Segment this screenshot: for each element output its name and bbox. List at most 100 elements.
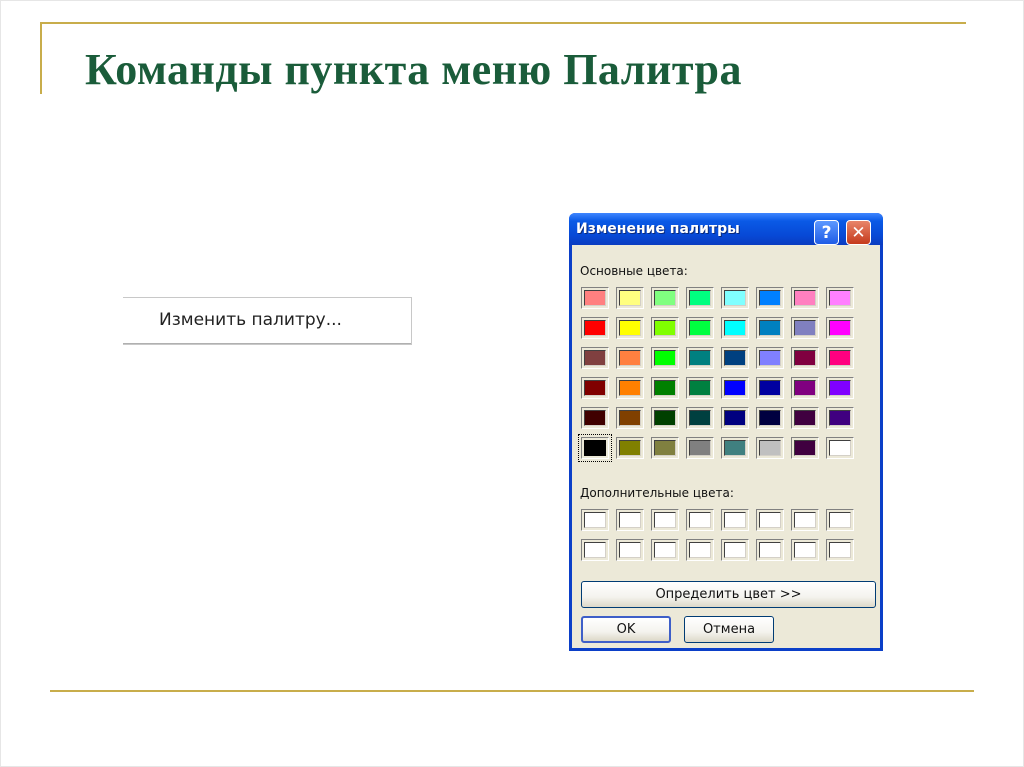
- custom-color-swatch[interactable]: [651, 539, 679, 561]
- swatch-fill: [584, 410, 606, 426]
- custom-color-swatch[interactable]: [686, 509, 714, 531]
- swatch-fill: [829, 512, 851, 528]
- color-swatch[interactable]: [826, 287, 854, 309]
- dialog-titlebar[interactable]: Изменение палитры ? ✕: [569, 213, 883, 245]
- custom-color-swatch[interactable]: [651, 509, 679, 531]
- custom-color-swatch[interactable]: [826, 509, 854, 531]
- color-swatch[interactable]: [651, 407, 679, 429]
- color-swatch[interactable]: [721, 347, 749, 369]
- color-swatch[interactable]: [791, 317, 819, 339]
- color-swatch[interactable]: [721, 317, 749, 339]
- swatch-fill: [724, 542, 746, 558]
- color-swatch[interactable]: [686, 377, 714, 399]
- swatch-fill: [724, 440, 746, 456]
- custom-color-swatch[interactable]: [581, 509, 609, 531]
- custom-color-swatch[interactable]: [616, 539, 644, 561]
- custom-color-swatch[interactable]: [581, 539, 609, 561]
- color-swatch[interactable]: [721, 437, 749, 459]
- define-custom-color-button[interactable]: Определить цвет >>: [581, 581, 876, 608]
- color-swatch[interactable]: [756, 317, 784, 339]
- color-swatch[interactable]: [616, 377, 644, 399]
- swatch-fill: [689, 410, 711, 426]
- color-swatch[interactable]: [791, 287, 819, 309]
- color-swatch[interactable]: [756, 407, 784, 429]
- color-swatch[interactable]: [581, 317, 609, 339]
- swatch-fill: [619, 410, 641, 426]
- color-swatch[interactable]: [616, 347, 644, 369]
- color-swatch[interactable]: [616, 437, 644, 459]
- color-swatch[interactable]: [651, 317, 679, 339]
- custom-colors-grid: [581, 509, 854, 561]
- swatch-fill: [724, 320, 746, 336]
- color-swatch[interactable]: [791, 437, 819, 459]
- custom-color-swatch[interactable]: [826, 539, 854, 561]
- swatch-fill: [654, 290, 676, 306]
- swatch-fill: [689, 380, 711, 396]
- cancel-button[interactable]: Отмена: [684, 616, 774, 643]
- custom-color-swatch[interactable]: [791, 539, 819, 561]
- change-palette-dialog: Изменение палитры ? ✕ Основные цвета: До…: [569, 213, 883, 651]
- color-swatch[interactable]: [721, 407, 749, 429]
- color-swatch[interactable]: [686, 347, 714, 369]
- color-swatch[interactable]: [651, 377, 679, 399]
- custom-color-swatch[interactable]: [756, 509, 784, 531]
- color-swatch[interactable]: [721, 287, 749, 309]
- swatch-fill: [689, 542, 711, 558]
- ok-button[interactable]: OK: [581, 616, 671, 643]
- color-swatch[interactable]: [651, 437, 679, 459]
- custom-color-swatch[interactable]: [686, 539, 714, 561]
- color-swatch[interactable]: [651, 347, 679, 369]
- color-swatch[interactable]: [581, 347, 609, 369]
- color-swatch[interactable]: [826, 347, 854, 369]
- swatch-fill: [794, 320, 816, 336]
- swatch-fill: [689, 320, 711, 336]
- color-swatch[interactable]: [791, 407, 819, 429]
- swatch-fill: [794, 290, 816, 306]
- swatch-fill: [654, 320, 676, 336]
- color-swatch[interactable]: [826, 377, 854, 399]
- custom-color-swatch[interactable]: [721, 539, 749, 561]
- swatch-fill: [619, 290, 641, 306]
- custom-color-swatch[interactable]: [616, 509, 644, 531]
- color-swatch[interactable]: [756, 437, 784, 459]
- color-swatch[interactable]: [581, 407, 609, 429]
- color-swatch[interactable]: [581, 287, 609, 309]
- color-swatch[interactable]: [616, 407, 644, 429]
- top-rule: [40, 22, 966, 24]
- help-button[interactable]: ?: [814, 220, 839, 245]
- swatch-fill: [759, 542, 781, 558]
- menu-separator: [123, 343, 411, 344]
- color-swatch[interactable]: [616, 287, 644, 309]
- color-swatch[interactable]: [686, 317, 714, 339]
- color-swatch[interactable]: [686, 437, 714, 459]
- swatch-fill: [584, 380, 606, 396]
- custom-color-swatch[interactable]: [721, 509, 749, 531]
- color-swatch[interactable]: [651, 287, 679, 309]
- color-swatch[interactable]: [791, 377, 819, 399]
- color-swatch[interactable]: [826, 407, 854, 429]
- color-swatch[interactable]: [791, 347, 819, 369]
- swatch-fill: [689, 512, 711, 528]
- swatch-fill: [654, 380, 676, 396]
- color-swatch[interactable]: [826, 317, 854, 339]
- color-swatch[interactable]: [826, 437, 854, 459]
- color-swatch[interactable]: [616, 317, 644, 339]
- color-swatch[interactable]: [686, 407, 714, 429]
- color-swatch[interactable]: [756, 347, 784, 369]
- swatch-fill: [584, 440, 606, 456]
- close-button[interactable]: ✕: [846, 220, 871, 245]
- swatch-fill: [794, 440, 816, 456]
- color-swatch[interactable]: [581, 377, 609, 399]
- color-swatch[interactable]: [578, 434, 612, 462]
- swatch-fill: [829, 380, 851, 396]
- swatch-fill: [829, 320, 851, 336]
- custom-color-swatch[interactable]: [791, 509, 819, 531]
- swatch-fill: [584, 290, 606, 306]
- swatch-fill: [794, 512, 816, 528]
- color-swatch[interactable]: [756, 287, 784, 309]
- color-swatch[interactable]: [756, 377, 784, 399]
- menu-item-change-palette[interactable]: Изменить палитру...: [123, 297, 412, 345]
- custom-color-swatch[interactable]: [756, 539, 784, 561]
- color-swatch[interactable]: [686, 287, 714, 309]
- color-swatch[interactable]: [721, 377, 749, 399]
